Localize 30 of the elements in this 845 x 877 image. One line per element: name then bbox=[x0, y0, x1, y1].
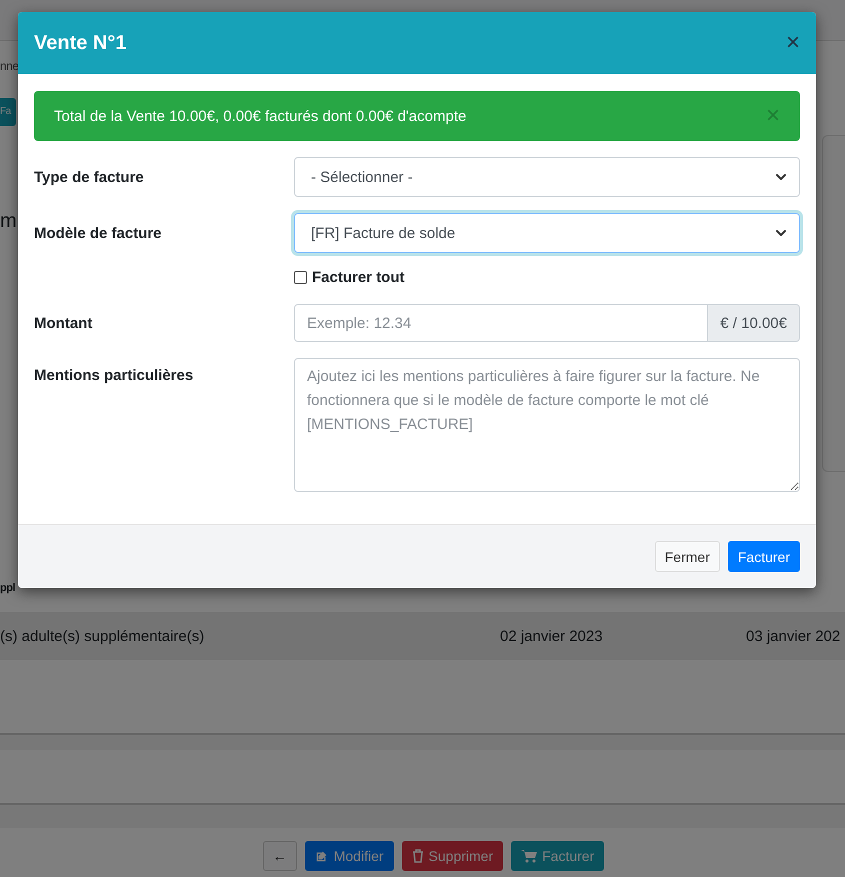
close-button[interactable]: × bbox=[786, 31, 800, 55]
modal-title: Vente N°1 bbox=[34, 32, 126, 54]
trash-icon bbox=[412, 849, 424, 863]
invoice-button[interactable]: Facturer bbox=[511, 841, 604, 871]
tab-button[interactable]: Fa bbox=[0, 98, 16, 126]
select-field[interactable]: - Sélectionner - bbox=[294, 157, 800, 197]
edit-icon bbox=[314, 849, 329, 863]
delete-button[interactable]: Supprimer bbox=[402, 841, 504, 871]
field-label: Modèle de facture bbox=[34, 224, 163, 242]
table-cell-text: (s) adulte(s) supplémentaire(s) bbox=[0, 628, 206, 644]
edit-button[interactable]: Modifier bbox=[304, 841, 394, 871]
page-heading: m bbox=[0, 209, 17, 234]
cancel-button[interactable]: Fermer bbox=[654, 541, 720, 572]
checkbox[interactable] bbox=[294, 271, 307, 284]
field-label: Montant bbox=[34, 314, 94, 332]
field-label: Type de facture bbox=[34, 168, 145, 186]
cart-icon bbox=[521, 849, 538, 863]
amount-addon: € / 10.00€ bbox=[708, 304, 800, 342]
alert-message: Total de la Vente 10.00€, 0.00€ facturés dont 0.00€ d'acompte bbox=[54, 108, 466, 124]
breadcrumb-text: nne bbox=[0, 59, 19, 73]
select-field[interactable]: [FR] Facture de solde bbox=[294, 213, 800, 253]
textarea-field[interactable]: Ajoutez ici les mentions particulières à faire figurer sur la facture. Ne fonctionnera que si le modèle de facture comporte le mot clé [MENTIONS_FACTURE] bbox=[294, 358, 800, 492]
table-cell-text: 03 janvier 202 bbox=[746, 628, 842, 644]
amount-field[interactable]: Exemple: 12.34 bbox=[294, 304, 708, 342]
checkbox-label: Facturer tout bbox=[312, 269, 405, 286]
back-button[interactable]: ← bbox=[262, 841, 297, 871]
field-label: Mentions particulières bbox=[34, 366, 194, 384]
table-cell-text: 02 janvier 2023 bbox=[500, 628, 604, 644]
submit-button[interactable]: Facturer bbox=[728, 541, 800, 572]
section-label: ppl bbox=[0, 581, 15, 596]
